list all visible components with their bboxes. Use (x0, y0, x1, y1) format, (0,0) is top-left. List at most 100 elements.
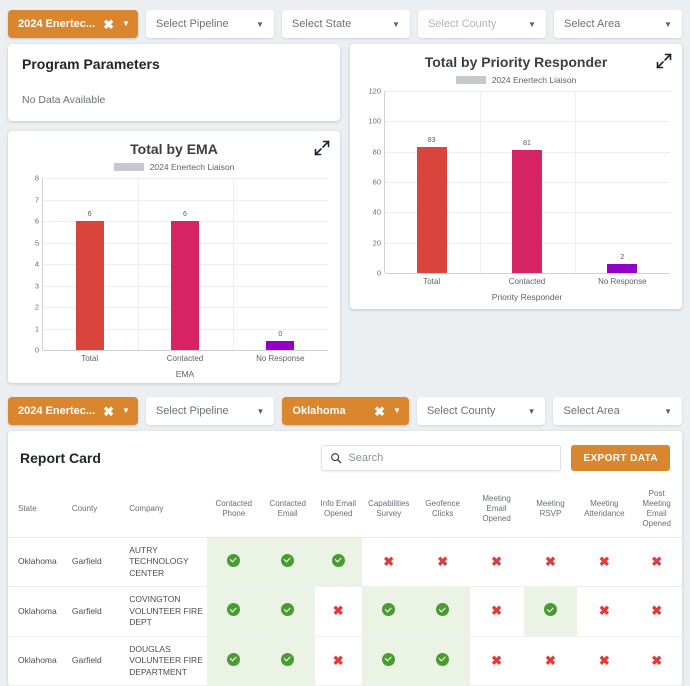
table-column-header[interactable]: Contacted Phone (206, 483, 261, 538)
select-area-top[interactable]: Select Area ▼ (553, 10, 683, 38)
bars-priority-responder: 83 81 2 (384, 91, 670, 273)
table-row[interactable]: Oklahoma Garfield DOUGLAS VOLUNTEER FIRE D… (8, 636, 682, 686)
legend-swatch (113, 163, 144, 171)
bar-slot: 2 (575, 91, 670, 273)
report-card-header: Report Card Search EXPORT DATA (8, 431, 682, 483)
cell-status-yes (206, 537, 261, 588)
table-column-header[interactable]: Contacted Email (260, 483, 315, 538)
cross-icon: ✖ (545, 652, 556, 668)
check-circle-icon (436, 652, 450, 666)
cell-company: DOUGLAS VOLUNTEER FIRE DEPARTMENT (119, 636, 207, 686)
cell-status-no: ✖ (577, 636, 632, 686)
expand-icon[interactable] (314, 140, 330, 156)
table-column-header[interactable]: County (61, 483, 120, 538)
table-column-header[interactable]: Info Email Opened (314, 483, 362, 538)
program-parameters-title: Program Parameters (22, 56, 160, 72)
clear-icon[interactable]: ✖ (101, 405, 116, 418)
bottom-filter-bar: 2024 Enertec... ✖ ▼ Select Pipeline ▼ Ok… (0, 383, 690, 431)
cross-icon: ✖ (598, 603, 610, 619)
bar-value-label: 2 (620, 254, 625, 261)
select-county-bottom[interactable]: Select County ▼ (416, 397, 546, 425)
y-tick-label: 80 (372, 147, 381, 157)
cell-company: AUTRY TECHNOLOGY CENTER (119, 537, 207, 588)
chart-plot-ema: 012345678 660 Total Contacted No Response … (16, 174, 332, 379)
table-body: Oklahoma Garfield AUTRY TECHNOLOGY CENTER ✖… (8, 537, 682, 686)
table-column-header[interactable]: Meeting Attendance (577, 483, 632, 538)
bar[interactable] (511, 150, 542, 273)
bar-slot: 0 (233, 178, 328, 350)
bar[interactable] (416, 147, 447, 273)
left-column: Program Parameters No Data Available Tot… (8, 44, 340, 383)
program-parameters-empty: No Data Available (22, 94, 106, 106)
gridline (385, 273, 670, 274)
select-pipeline-bottom-label: Select Pipeline (155, 405, 229, 417)
chevron-down-icon[interactable]: ▼ (122, 20, 130, 28)
check-circle-icon (227, 603, 241, 617)
cell-status-no: ✖ (469, 537, 524, 588)
cell-status-yes (206, 586, 261, 637)
chevron-down-icon[interactable]: ▼ (122, 407, 130, 415)
cross-icon: ✖ (491, 603, 503, 619)
select-area-bottom[interactable]: Select Area ▼ (553, 397, 683, 425)
export-data-button[interactable]: EXPORT DATA (571, 445, 670, 471)
filter-chip-program-top-label: 2024 Enertec... (18, 18, 96, 30)
clear-icon[interactable]: ✖ (372, 405, 387, 418)
table-column-header[interactable]: Geofence Clicks (415, 483, 470, 538)
y-tick-label: 100 (368, 116, 381, 126)
cell-status-yes (523, 586, 578, 637)
table-row[interactable]: Oklahoma Garfield AUTRY TECHNOLOGY CENTER ✖… (8, 537, 682, 588)
table-column-header[interactable]: Company (119, 483, 207, 538)
check-circle-icon (281, 603, 295, 617)
table-column-header[interactable]: Capabilities Survey (361, 483, 416, 538)
cell-status-no: ✖ (577, 586, 632, 637)
bar[interactable] (266, 341, 295, 350)
filter-chip-state-bottom[interactable]: Oklahoma ✖ ▼ (282, 397, 409, 425)
bar[interactable] (75, 221, 104, 350)
check-circle-icon (227, 652, 241, 666)
cell-state: Oklahoma (8, 586, 62, 637)
table-column-header[interactable]: State (8, 483, 62, 538)
chart-title-priority-responder: Total by Priority Responder (424, 54, 608, 70)
select-pipeline-bottom[interactable]: Select Pipeline ▼ (145, 397, 275, 425)
bar[interactable] (607, 264, 638, 273)
expand-icon[interactable] (656, 53, 672, 69)
table-column-header[interactable]: Post Meeting Email Opened (631, 483, 682, 538)
table-column-header[interactable]: Meeting RSVP (523, 483, 578, 538)
legend-swatch (455, 76, 486, 84)
cell-status-yes (361, 636, 416, 686)
top-filter-bar: 2024 Enertec... ✖ ▼ Select Pipeline ▼ Se… (0, 0, 690, 44)
filter-chip-program-bottom[interactable]: 2024 Enertec... ✖ ▼ (8, 397, 138, 425)
check-circle-icon (331, 553, 345, 567)
report-card-table: State County Company Contacted Phone Contact… (8, 483, 682, 686)
select-pipeline-top[interactable]: Select Pipeline ▼ (145, 10, 274, 38)
clear-icon[interactable]: ✖ (101, 18, 116, 31)
y-tick-label: 8 (34, 173, 39, 183)
report-card: Report Card Search EXPORT DATA State Coun… (8, 431, 682, 686)
chart-title-ema: Total by EMA (130, 141, 218, 157)
filter-chip-program-top[interactable]: 2024 Enertec... ✖ ▼ (8, 10, 138, 38)
y-tick-label: 120 (368, 86, 381, 96)
search-input[interactable]: Search (321, 445, 562, 471)
cell-status-yes (415, 636, 470, 686)
cell-status-yes (260, 586, 315, 637)
bar[interactable] (170, 221, 199, 350)
table-row[interactable]: Oklahoma Garfield COVINGTON VOLUNTEER FIRE… (8, 586, 682, 637)
x-tick-label: No Response (598, 277, 647, 286)
cell-county: Garfield (61, 537, 120, 588)
cross-icon: ✖ (491, 652, 503, 668)
bar-slot: 6 (137, 178, 232, 350)
check-circle-icon (281, 652, 295, 666)
y-tick-label: 5 (34, 238, 39, 247)
select-county-top[interactable]: Select County ▼ (417, 10, 546, 38)
filter-chip-program-bottom-label: 2024 Enertec... (18, 405, 96, 417)
program-parameters-card: Program Parameters No Data Available (8, 44, 340, 121)
table-column-header[interactable]: Meeting Email Opened (469, 483, 524, 538)
chart-card-ema: Total by EMA 2024 Enertech Liaison 0 1 2 3 4… (8, 131, 340, 383)
legend-label: 2024 Enertech Liaison (491, 75, 577, 85)
report-card-wrap: Report Card Search EXPORT DATA State Coun… (8, 431, 682, 686)
select-pipeline-top-label: Select Pipeline (155, 18, 229, 30)
select-state-top[interactable]: Select State ▼ (281, 10, 410, 38)
right-column: Total by Priority Responder 2024 Enertec… (350, 44, 682, 309)
chevron-down-icon[interactable]: ▼ (393, 407, 401, 415)
y-tick-label: 6 (34, 216, 39, 226)
